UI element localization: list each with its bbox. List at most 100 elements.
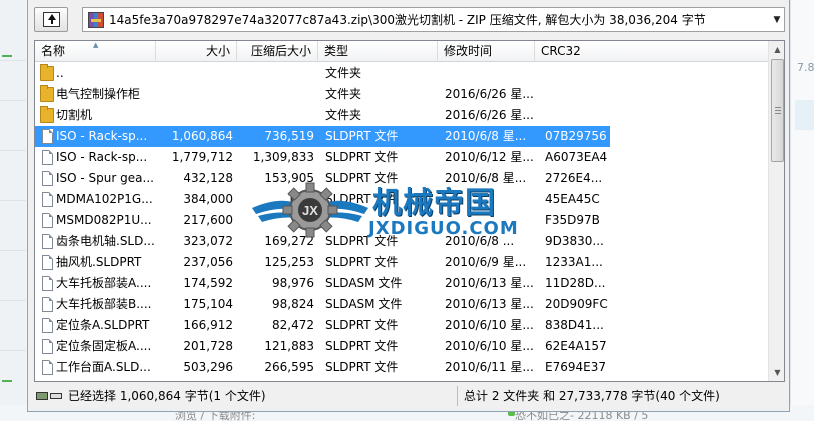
table-row[interactable]: 齿条电机轴.SLD... 323,072 169,272 SLDPRT 文件 2010/…: [35, 231, 610, 252]
table-row[interactable]: 电气控制操作柜 文件夹 2016/6/26 星...: [35, 84, 610, 105]
background-highlight: [795, 100, 814, 130]
cell-crc: 45EA45C: [545, 192, 600, 206]
cell-packed: 15...: [287, 192, 314, 206]
column-header-modified[interactable]: 修改时间: [438, 41, 535, 62]
cell-name: MSMD082P1U...: [56, 213, 152, 227]
cell-name: 抽风机.SLDPRT: [56, 255, 142, 269]
cell-packed: [237, 210, 314, 231]
table-row[interactable]: MSMD082P1U... 217,600 F35D97B: [35, 210, 610, 231]
cell-type: SLDPRT 文件: [325, 234, 399, 248]
cell-size: 217,600: [183, 213, 233, 227]
cell-modified: 2010/6/11 星...: [445, 360, 534, 374]
cell-crc: 2726E4...: [545, 171, 603, 185]
table-row[interactable]: ISO - Spur gea... 432,128 153,905 SLDPRT 文件…: [35, 168, 610, 189]
table-row[interactable]: .. 文件夹: [35, 63, 610, 84]
cell-name: 齿条电机轴.SLD...: [56, 234, 155, 248]
cell-size: 201,728: [183, 339, 233, 353]
cell-name: 工作台面A.SLD...: [56, 360, 151, 374]
table-row[interactable]: ISO - Rack-sp... 1,060,864 736,519 SLDPRT 文…: [35, 126, 610, 147]
cell-type: SLDPRT 文件: [325, 318, 399, 332]
table-row[interactable]: 抽风机.SLDPRT 237,056 125,253 SLDPRT 文件 2010/6/…: [35, 252, 610, 273]
file-icon: [42, 255, 53, 270]
table-row[interactable]: 定位条固定板A.... 201,728 121,883 SLDPRT 文件 2010/6…: [35, 336, 610, 357]
file-icon: [42, 297, 53, 312]
cell-crc: [545, 63, 610, 84]
cell-packed: 153,905: [264, 171, 314, 185]
table-row[interactable]: ISO - Rack-sp... 1,779,712 1,309,833 SLDPRT…: [35, 147, 610, 168]
file-icon: [42, 150, 53, 165]
column-header-crc[interactable]: CRC32: [535, 41, 768, 62]
cell-size: 323,072: [183, 234, 233, 248]
cell-name: ..: [56, 66, 64, 80]
cell-packed: 121,883: [264, 339, 314, 353]
list-header: 名称 ▲ 大小 压缩后大小 类型 修改时间 CRC32: [35, 41, 768, 62]
table-row[interactable]: MDMA102P1G... 384,000 15... SLDPRT 文件 45EA45…: [35, 189, 610, 210]
background-page-right: 7.8: [790, 0, 814, 421]
scroll-thumb[interactable]: [771, 59, 784, 162]
file-icon: [42, 276, 53, 291]
table-row[interactable]: 工作台面A.SLD... 503,296 266,595 SLDPRT 文件 2010/…: [35, 357, 610, 378]
cell-modified: 2010/6/8 星...: [445, 171, 527, 185]
cell-packed: 125,253: [264, 255, 314, 269]
cell-modified: 2010/6/13 星...: [445, 276, 534, 290]
cell-crc: A6073EA4: [545, 150, 608, 164]
chevron-down-icon[interactable]: ▼: [770, 15, 784, 25]
scroll-up-icon[interactable]: ▲: [769, 41, 784, 58]
up-arrow-icon: [42, 12, 60, 27]
cell-type: SLDASM 文件: [325, 297, 403, 311]
file-icon: [42, 339, 53, 354]
cell-name: 大车托板部装A....: [56, 276, 152, 290]
status-bar: 已经选择 1,060,864 字节(1 个文件) 总计 2 文件夹 和 27,7…: [34, 385, 785, 407]
cell-packed: 98,976: [272, 276, 314, 290]
cell-size: 432,128: [183, 171, 233, 185]
cell-type: SLDPRT 文件: [325, 150, 399, 164]
table-row[interactable]: 切割机 文件夹 2016/6/26 星...: [35, 105, 610, 126]
cell-packed: [237, 84, 314, 105]
cell-packed: 169,272: [264, 234, 314, 248]
cell-packed: 98,824: [272, 297, 314, 311]
table-row[interactable]: 定位条A.SLDPRT 166,912 82,472 SLDPRT 文件 2010/6/…: [35, 315, 610, 336]
file-list[interactable]: 名称 ▲ 大小 压缩后大小 类型 修改时间 CRC32 .. 文件夹 电气控制操作柜…: [34, 40, 785, 382]
table-row[interactable]: 大车托板部装A.... 174,592 98,976 SLDASM 文件 2010/6/…: [35, 273, 610, 294]
cell-size: [156, 84, 233, 105]
cell-size: [156, 105, 233, 126]
table-row[interactable]: 大车托板部装B.... 175,104 98,824 SLDASM 文件 2010/6/…: [35, 294, 610, 315]
cell-crc: 1233A1...: [545, 255, 603, 269]
cell-type: 文件夹: [325, 66, 362, 80]
cell-type: SLDPRT 文件: [325, 360, 399, 374]
path-combobox[interactable]: 14a5fe3a70a978297e74a32077c87a43.zip\300…: [82, 7, 785, 32]
up-folder-button[interactable]: [34, 7, 68, 32]
cell-modified: 2010/6/13 星...: [445, 297, 534, 311]
status-selected: 已经选择 1,060,864 字节(1 个文件): [68, 386, 458, 406]
archive-icon: [88, 11, 104, 28]
column-header-type[interactable]: 类型: [318, 41, 438, 62]
cell-packed: [237, 105, 314, 126]
cell-crc: 838D41...: [545, 318, 604, 332]
path-text: 14a5fe3a70a978297e74a32077c87a43.zip\300…: [109, 13, 706, 27]
vertical-scrollbar[interactable]: ▲ ▼: [768, 41, 784, 381]
column-header-size[interactable]: 大小: [156, 41, 237, 62]
cell-name: ISO - Rack-sp...: [56, 129, 148, 143]
cell-name: 电气控制操作柜: [56, 87, 141, 101]
sort-up-icon: ▲: [93, 41, 99, 49]
scroll-down-icon[interactable]: ▼: [769, 364, 784, 381]
cell-modified: 2010/6/9 星...: [445, 255, 527, 269]
cell-size: 1,060,864: [171, 129, 233, 143]
folder-icon: [40, 64, 54, 81]
cell-modified: 2010/6/10 星...: [445, 339, 534, 353]
cell-type: 文件夹: [325, 108, 362, 122]
column-header-packed[interactable]: 压缩后大小: [237, 41, 318, 62]
cell-modified: 2010/6/8 ...: [445, 234, 515, 248]
cell-crc: [545, 105, 610, 126]
cell-name: MDMA102P1G...: [56, 192, 153, 206]
cell-name: 定位条固定板A....: [56, 339, 152, 353]
cell-packed: 1,309,833: [252, 150, 314, 164]
cell-type: 文件夹: [325, 87, 362, 101]
cell-modified: 2010/6/10 星...: [445, 318, 534, 332]
cell-crc: F35D97B: [545, 213, 600, 227]
cell-type: SLDPRT 文件: [325, 192, 399, 206]
cell-modified: 2010/6/8 星...: [445, 129, 527, 143]
cell-type: SLDPRT 文件: [325, 171, 399, 185]
cell-size: 1,779,712: [171, 150, 233, 164]
status-dot: [2, 380, 12, 382]
